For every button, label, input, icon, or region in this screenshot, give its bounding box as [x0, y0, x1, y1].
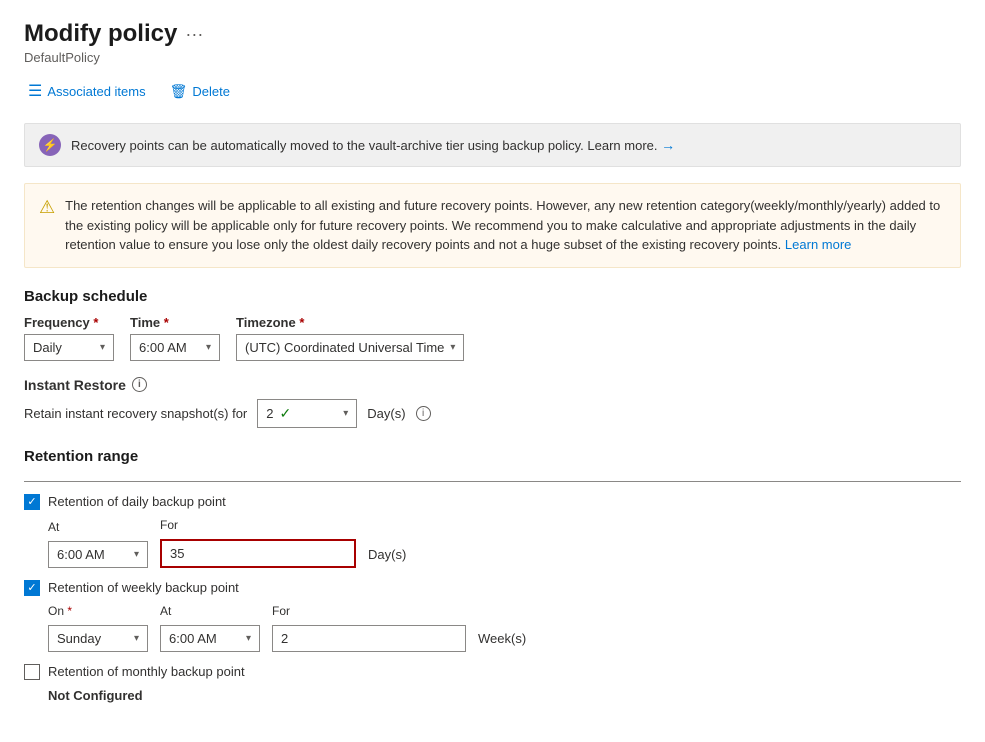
instant-restore-info-icon[interactable]: i	[132, 377, 147, 392]
frequency-chevron: ▾	[100, 342, 105, 353]
snapshot-row: Retain instant recovery snapshot(s) for …	[24, 399, 961, 428]
time-select[interactable]: 6:00 AM ▾	[130, 334, 220, 361]
learn-more-link[interactable]: Learn more	[785, 237, 851, 252]
page-title: Modify policy	[24, 20, 177, 48]
time-label: Time *	[130, 315, 220, 330]
frequency-label: Frequency *	[24, 315, 114, 330]
lightning-icon: ⚡	[39, 134, 61, 156]
frequency-value: Daily	[33, 340, 62, 355]
daily-at-field: At 6:00 AM ▾	[48, 520, 148, 568]
weekly-on-value: Sunday	[57, 631, 101, 646]
daily-retention-fields: At 6:00 AM ▾ For Day(s)	[48, 518, 961, 568]
snapshot-value: 2	[266, 406, 273, 421]
weekly-retention-fields: On * Sunday ▾ At 6:00 AM ▾ For Week(s)	[48, 604, 961, 652]
weekly-at-field: At 6:00 AM ▾	[160, 604, 260, 652]
snapshot-select[interactable]: 2 ✓ ▾	[257, 399, 357, 428]
monthly-checkbox[interactable]	[24, 664, 40, 680]
weekly-on-required: *	[67, 604, 72, 618]
weekly-on-select[interactable]: Sunday ▾	[48, 625, 148, 652]
time-chevron: ▾	[206, 342, 211, 353]
backup-schedule-title: Backup schedule	[24, 288, 961, 305]
weekly-at-chevron: ▾	[246, 633, 251, 644]
weekly-unit: Week(s)	[478, 631, 526, 652]
snapshot-unit: Day(s)	[367, 406, 405, 421]
snapshot-unit-info-icon[interactable]: i	[416, 406, 431, 421]
frequency-select[interactable]: Daily ▾	[24, 334, 114, 361]
daily-at-select[interactable]: 6:00 AM ▾	[48, 541, 148, 568]
weekly-at-select[interactable]: 6:00 AM ▾	[160, 625, 260, 652]
monthly-checkbox-row: Retention of monthly backup point	[24, 664, 961, 680]
snapshot-checkmark: ✓	[280, 405, 292, 422]
daily-at-label: At	[48, 520, 148, 534]
warning-icon: ⚠	[39, 197, 55, 218]
weekly-for-input[interactable]	[272, 625, 466, 652]
weekly-on-label: On *	[48, 604, 148, 618]
frequency-field: Frequency * Daily ▾	[24, 315, 114, 361]
info-banner: ⚡ Recovery points can be automatically m…	[24, 123, 961, 167]
associated-items-label: Associated items	[47, 84, 145, 99]
info-banner-link[interactable]: →	[661, 137, 675, 153]
daily-at-value: 6:00 AM	[57, 547, 105, 562]
timezone-label: Timezone *	[236, 315, 464, 330]
weekly-at-value: 6:00 AM	[169, 631, 217, 646]
daily-label: Retention of daily backup point	[48, 494, 226, 509]
weekly-on-chevron: ▾	[134, 633, 139, 644]
backup-schedule-form: Frequency * Daily ▾ Time * 6:00 AM ▾ Tim…	[24, 315, 961, 361]
toolbar: ☰ Associated items 🗑 Delete	[24, 77, 961, 115]
timezone-value: (UTC) Coordinated Universal Time	[245, 340, 444, 355]
daily-checkbox[interactable]	[24, 494, 40, 510]
delete-icon: 🗑	[170, 83, 188, 100]
associated-items-button[interactable]: ☰ Associated items	[24, 77, 150, 105]
timezone-field: Timezone * (UTC) Coordinated Universal T…	[236, 315, 464, 361]
ellipsis-menu-icon[interactable]: ···	[185, 24, 203, 45]
daily-for-label: For	[160, 518, 356, 532]
daily-checkbox-row: Retention of daily backup point	[24, 494, 961, 510]
info-banner-text: Recovery points can be automatically mov…	[71, 137, 675, 153]
retention-range-title: Retention range	[24, 448, 961, 465]
monthly-not-configured: Not Configured	[48, 688, 961, 703]
daily-unit: Day(s)	[368, 547, 406, 568]
time-field: Time * 6:00 AM ▾	[130, 315, 220, 361]
snapshot-label: Retain instant recovery snapshot(s) for	[24, 406, 247, 421]
snapshot-chevron: ▾	[343, 408, 348, 419]
frequency-required: *	[93, 315, 98, 330]
time-required: *	[164, 315, 169, 330]
weekly-label: Retention of weekly backup point	[48, 580, 239, 595]
weekly-checkbox[interactable]	[24, 580, 40, 596]
daily-for-input[interactable]	[160, 539, 356, 568]
weekly-checkbox-row: Retention of weekly backup point	[24, 580, 961, 596]
weekly-on-field: On * Sunday ▾	[48, 604, 148, 652]
time-value: 6:00 AM	[139, 340, 187, 355]
timezone-chevron: ▾	[450, 342, 455, 353]
page-subtitle: DefaultPolicy	[24, 50, 961, 65]
delete-label: Delete	[192, 84, 230, 99]
weekly-retention-row: On * Sunday ▾ At 6:00 AM ▾ For Week(s)	[48, 604, 961, 652]
weekly-at-label: At	[160, 604, 260, 618]
list-icon: ☰	[28, 81, 42, 101]
warning-text: The retention changes will be applicable…	[65, 196, 946, 255]
daily-at-chevron: ▾	[134, 549, 139, 560]
weekly-for-field: For	[272, 604, 466, 652]
timezone-required: *	[299, 315, 304, 330]
weekly-for-label: For	[272, 604, 466, 618]
instant-restore-title: Instant Restore i	[24, 377, 961, 393]
monthly-label: Retention of monthly backup point	[48, 664, 245, 679]
daily-retention-row: At 6:00 AM ▾ For Day(s)	[48, 518, 961, 568]
daily-for-field: For	[160, 518, 356, 568]
delete-button[interactable]: 🗑 Delete	[166, 79, 234, 104]
timezone-select[interactable]: (UTC) Coordinated Universal Time ▾	[236, 334, 464, 361]
warning-banner: ⚠ The retention changes will be applicab…	[24, 183, 961, 268]
retention-divider	[24, 481, 961, 482]
